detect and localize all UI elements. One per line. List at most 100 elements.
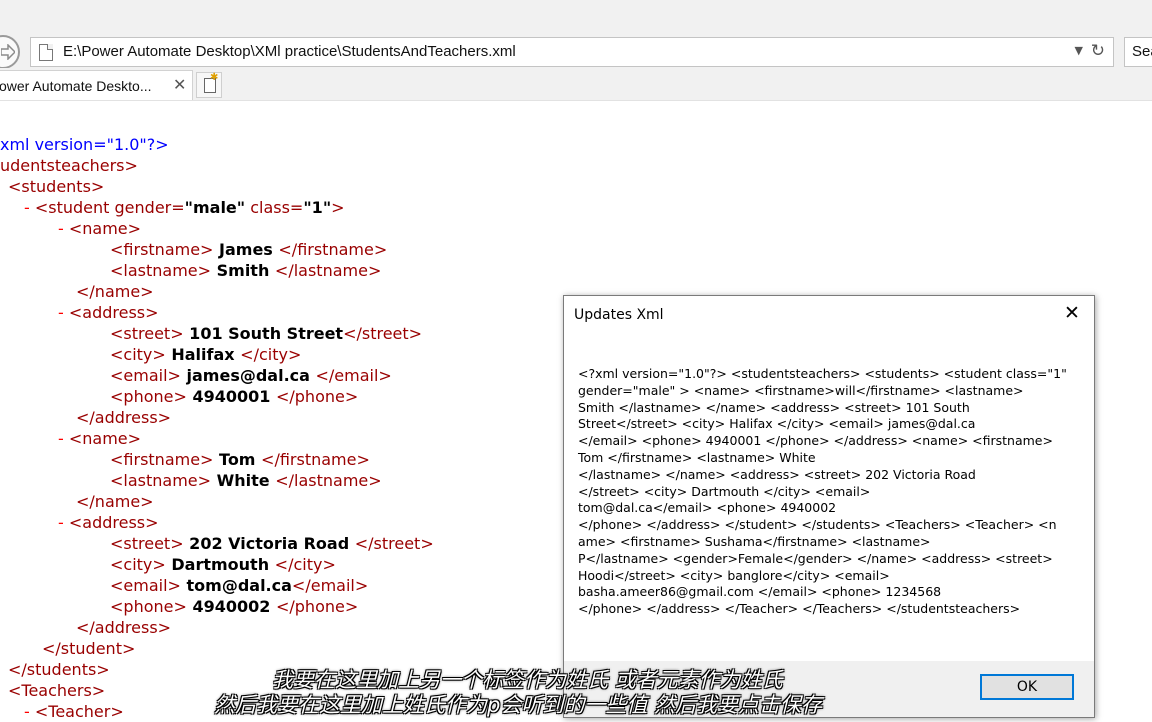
search-box[interactable]: Sea bbox=[1124, 37, 1152, 67]
address-text[interactable]: E:\Power Automate Desktop\XMl practice\S… bbox=[63, 43, 516, 60]
xml-line: xml version="1.0"?> bbox=[0, 134, 169, 155]
tab-active[interactable]: ower Automate Deskto... ✕ bbox=[0, 70, 193, 100]
tab-title: ower Automate Deskto... bbox=[0, 78, 152, 94]
xml-tag: <city> bbox=[110, 345, 166, 364]
collapse-toggle[interactable]: - bbox=[24, 702, 35, 721]
xml-tag: udentsteachers> bbox=[0, 156, 138, 175]
new-tab-button[interactable]: ✱ bbox=[196, 72, 222, 98]
xml-tag: </email> bbox=[315, 366, 392, 385]
collapse-toggle[interactable]: - bbox=[24, 198, 35, 217]
xml-value: 101 South Street bbox=[183, 324, 344, 343]
browser-toolbar: E:\Power Automate Desktop\XMl practice\S… bbox=[0, 0, 1152, 69]
xml-tag: </name> bbox=[76, 492, 154, 511]
star-icon: ✱ bbox=[210, 72, 219, 83]
xml-value: "male" bbox=[184, 198, 246, 217]
xml-tag: </email> bbox=[291, 576, 369, 595]
xml-tag: </city> bbox=[274, 555, 336, 574]
xml-tag: <address> bbox=[68, 513, 159, 532]
collapse-toggle[interactable]: - bbox=[58, 303, 69, 322]
xml-value: "1" bbox=[303, 198, 332, 217]
xml-line: <lastname> White </lastname> bbox=[110, 470, 382, 491]
xml-tag: </lastname> bbox=[274, 261, 382, 280]
xml-tag: </phone> bbox=[275, 597, 359, 616]
xml-tag: <lastname> bbox=[110, 261, 212, 280]
xml-tag: </street> bbox=[343, 324, 423, 343]
xml-line[interactable]: - <address> bbox=[58, 512, 159, 533]
xml-line: <phone> 4940002 </phone> bbox=[110, 596, 358, 617]
xml-value: White bbox=[211, 471, 276, 490]
xml-line: <email> tom@dal.ca</email> bbox=[110, 575, 368, 596]
xml-tag: </lastname> bbox=[275, 471, 382, 490]
xml-tag: </firstname> bbox=[261, 450, 370, 469]
xml-tag: <name> bbox=[68, 219, 142, 238]
xml-value: Tom bbox=[213, 450, 262, 469]
xml-line[interactable]: - <student gender="male" class="1"> bbox=[24, 197, 345, 218]
xml-value: 4940001 bbox=[186, 387, 276, 406]
collapse-toggle[interactable]: - bbox=[58, 429, 69, 448]
xml-tag: <street> bbox=[110, 534, 184, 553]
xml-tag: </street> bbox=[354, 534, 434, 553]
xml-line: <firstname> James </firstname> bbox=[110, 239, 387, 260]
xml-line: </name> bbox=[76, 281, 154, 302]
xml-tag: </student> bbox=[42, 639, 136, 658]
xml-line[interactable]: - <name> bbox=[58, 428, 141, 449]
xml-tag: </firstname> bbox=[278, 240, 388, 259]
ok-button[interactable]: OK bbox=[980, 674, 1074, 700]
xml-tag: <lastname> bbox=[110, 471, 212, 490]
xml-line: </students> bbox=[8, 659, 110, 680]
refresh-icon[interactable]: ↻ bbox=[1091, 41, 1105, 61]
xml-tag: xml version="1.0"?> bbox=[0, 135, 169, 154]
xml-value: 202 Victoria Road bbox=[183, 534, 355, 553]
xml-tag: <firstname> bbox=[110, 450, 214, 469]
back-arrow-icon bbox=[1, 44, 15, 60]
dropdown-arrow-icon[interactable]: ▼ bbox=[1075, 44, 1083, 57]
address-bar[interactable]: E:\Power Automate Desktop\XMl practice\S… bbox=[30, 37, 1114, 67]
xml-tag: <students> bbox=[8, 177, 105, 196]
xml-line: <email> james@dal.ca </email> bbox=[110, 365, 392, 386]
xml-tag: <city> bbox=[110, 555, 166, 574]
back-button[interactable] bbox=[0, 35, 20, 69]
xml-line[interactable]: - <Teacher> bbox=[24, 701, 124, 722]
xml-line: <students> bbox=[8, 176, 104, 197]
dialog-message: <?xml version="1.0"?> <studentsteachers>… bbox=[578, 366, 1067, 617]
updates-xml-dialog: Updates Xml ✕ <?xml version="1.0"?> <stu… bbox=[563, 295, 1095, 718]
collapse-toggle[interactable]: - bbox=[58, 513, 69, 532]
xml-line: <phone> 4940001 </phone> bbox=[110, 386, 358, 407]
xml-line: </address> bbox=[76, 617, 171, 638]
xml-tag: <email> bbox=[110, 576, 181, 595]
xml-line: udentsteachers> bbox=[0, 155, 138, 176]
xml-line[interactable]: - <name> bbox=[58, 218, 141, 239]
xml-tag: </name> bbox=[76, 282, 154, 301]
xml-value: tom@dal.ca bbox=[180, 576, 292, 595]
search-placeholder: Sea bbox=[1132, 43, 1152, 60]
xml-line[interactable]: - <address> bbox=[58, 302, 159, 323]
xml-value: Dartmouth bbox=[165, 555, 275, 574]
xml-tag: <phone> bbox=[110, 387, 187, 406]
xml-tag: </phone> bbox=[275, 387, 359, 406]
xml-tag: <phone> bbox=[110, 597, 187, 616]
xml-line: <firstname> Tom </firstname> bbox=[110, 449, 370, 470]
collapse-toggle[interactable]: - bbox=[58, 219, 69, 238]
xml-value: Halifax bbox=[165, 345, 241, 364]
xml-tag: <street> bbox=[110, 324, 184, 343]
xml-line: <city> Dartmouth </city> bbox=[110, 554, 336, 575]
xml-line: </student> bbox=[42, 638, 135, 659]
dialog-close-icon[interactable]: ✕ bbox=[1064, 302, 1080, 324]
xml-line: <street> 101 South Street</street> bbox=[110, 323, 422, 344]
xml-tag: > bbox=[331, 198, 345, 217]
xml-value: James bbox=[213, 240, 279, 259]
xml-line: <city> Halifax </city> bbox=[110, 344, 301, 365]
tab-strip: ower Automate Deskto... ✕ ✱ bbox=[0, 68, 1152, 101]
xml-tag: </address> bbox=[76, 618, 172, 637]
xml-tag: <name> bbox=[68, 429, 142, 448]
subtitle-line-2: 然后我要在这里加上姓氏作为p会听到的一些值 然后我要点击保存 bbox=[214, 693, 823, 717]
xml-tag: <Teacher> bbox=[34, 702, 124, 721]
xml-tag: </city> bbox=[240, 345, 302, 364]
xml-tag: <student gender= bbox=[34, 198, 185, 217]
close-tab-icon[interactable]: ✕ bbox=[173, 75, 186, 94]
xml-line: </name> bbox=[76, 491, 154, 512]
xml-line: <street> 202 Victoria Road </street> bbox=[110, 533, 434, 554]
xml-tag: <Teachers> bbox=[8, 681, 106, 700]
xml-tag: <address> bbox=[68, 303, 159, 322]
xml-value: 4940002 bbox=[186, 597, 276, 616]
